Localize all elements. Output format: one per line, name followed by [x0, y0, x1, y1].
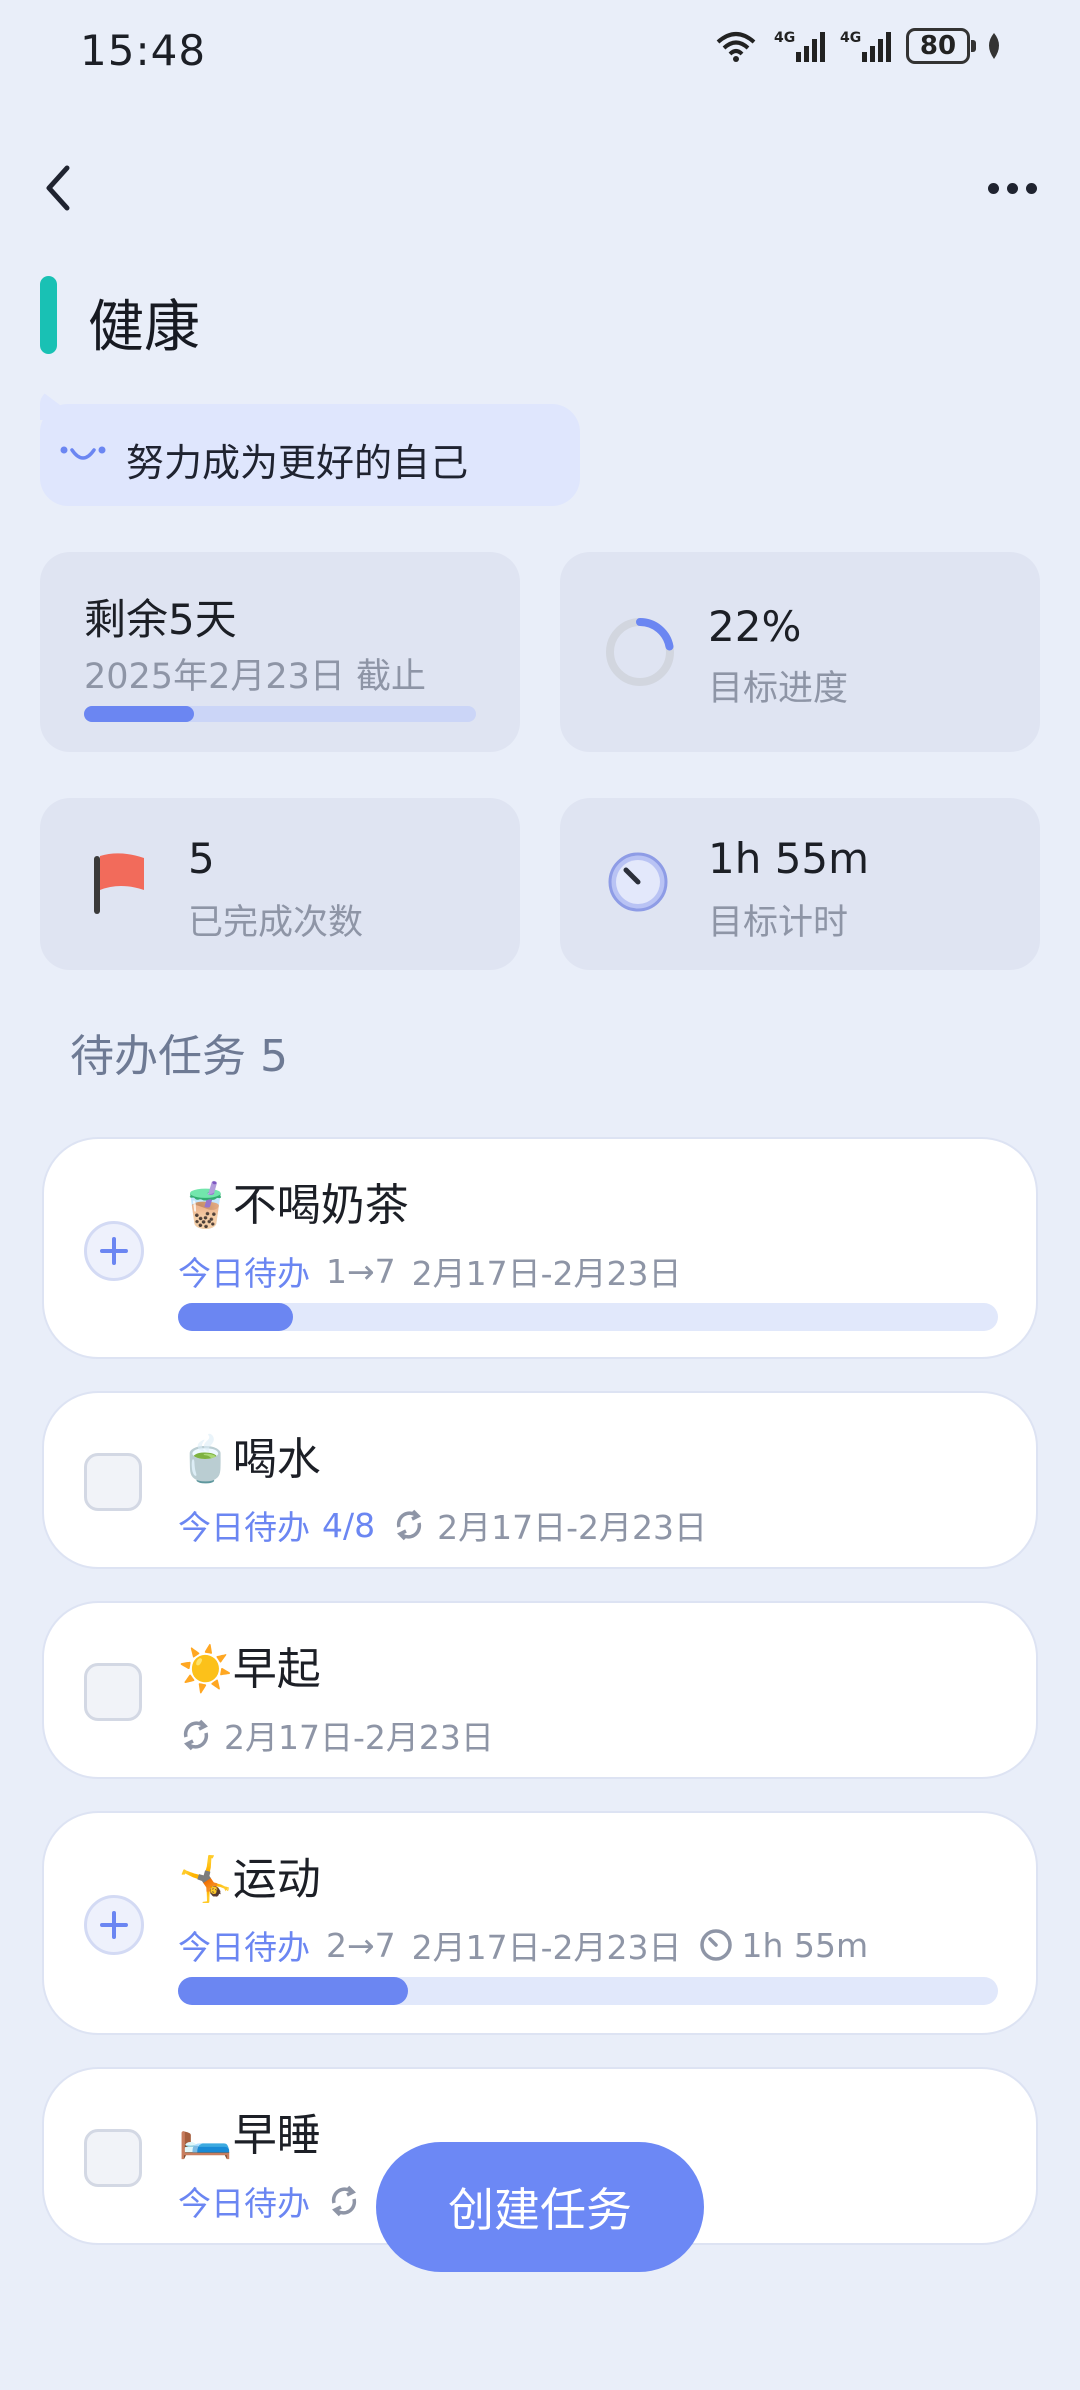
todo-section-title: 待办任务 5 — [70, 1031, 288, 1082]
status-icons: 4G 4G 80 — [712, 28, 1004, 64]
task-count: 1→7 — [326, 1251, 396, 1291]
battery-indicator: 80 — [906, 28, 976, 64]
today-todo-label: 今日待办 — [178, 1928, 310, 1967]
task-date-range: 2月17日-2月23日 — [411, 1254, 682, 1293]
goal-timer-label: 目标计时 — [708, 903, 849, 943]
task-date-range: 2月17日-2月23日 — [411, 1928, 682, 1967]
goal-timer-value: 1h 55m — [708, 834, 870, 883]
task-card[interactable]: 🤸运动 今日待办 2→7 2月17日-2月23日 1h 55m — [42, 1811, 1038, 2035]
repeat-icon — [331, 2185, 357, 2217]
task-progress-fill — [178, 1303, 293, 1331]
wifi-icon — [716, 32, 756, 62]
task-meta: 今日待办 — [178, 2177, 362, 2225]
tea-cup-icon: 🍵 — [178, 1434, 233, 1485]
bed-icon: 🛏️ — [178, 2110, 233, 2161]
task-title: 🍵喝水 — [178, 1423, 321, 1487]
remaining-days-label: 剩余5天 — [84, 595, 237, 644]
task-name: 早睡 — [232, 2110, 321, 2161]
leaf-icon — [989, 33, 999, 59]
signal-4g-icon: 4G — [774, 30, 825, 62]
status-bar: 15:48 4G 4G 80 — [0, 0, 1080, 110]
task-meta: 今日待办 4/8 2月17日-2月23日 — [178, 1501, 707, 1549]
completed-count-value: 5 — [188, 834, 215, 883]
progress-ring-icon — [606, 618, 674, 686]
more-dot-icon — [987, 182, 999, 194]
goal-progress-label: 目标进度 — [708, 669, 849, 709]
more-dot-icon — [1006, 182, 1018, 194]
svg-text:4G: 4G — [840, 30, 861, 46]
increment-button[interactable] — [84, 1895, 144, 1955]
task-meta: 今日待办 1→7 2月17日-2月23日 — [178, 1247, 682, 1295]
task-checkbox[interactable] — [84, 1663, 142, 1721]
today-todo-label: 今日待办 — [178, 2184, 310, 2223]
page-title: 健康 — [88, 295, 200, 360]
title-accent-bar — [40, 276, 57, 354]
task-checkbox[interactable] — [84, 1453, 142, 1511]
timer-icon — [699, 1929, 732, 1961]
task-card[interactable]: 🍵喝水 今日待办 4/8 2月17日-2月23日 — [42, 1391, 1038, 1569]
more-options-button[interactable] — [972, 158, 1052, 218]
task-name: 不喝奶茶 — [232, 1180, 409, 1231]
goal-timer-card: 1h 55m 目标计时 — [560, 798, 1040, 970]
task-count: 4/8 — [322, 1505, 376, 1545]
sun-icon: ☀️ — [178, 1644, 233, 1695]
status-time: 15:48 — [80, 26, 207, 75]
task-title: 🛏️早睡 — [178, 2099, 321, 2163]
repeat-icon — [183, 1719, 209, 1751]
clock-icon — [608, 852, 668, 912]
increment-button[interactable] — [84, 1221, 144, 1281]
task-card[interactable]: 🧋不喝奶茶 今日待办 1→7 2月17日-2月23日 — [42, 1137, 1038, 1359]
goal-progress-value: 22% — [708, 602, 802, 651]
task-meta: 2月17日-2月23日 — [178, 1711, 494, 1759]
task-count: 2→7 — [326, 1925, 396, 1965]
task-name: 喝水 — [232, 1434, 321, 1485]
today-todo-label: 今日待办 — [178, 1508, 310, 1547]
chevron-left-icon — [46, 165, 70, 211]
task-title: ☀️早起 — [178, 1633, 321, 1697]
bubble-tea-icon: 🧋 — [178, 1180, 233, 1231]
completed-count-label: 已完成次数 — [188, 903, 364, 943]
task-card[interactable]: ☀️早起 2月17日-2月23日 — [42, 1601, 1038, 1779]
task-date-range: 2月17日-2月23日 — [224, 1718, 494, 1757]
signal-4g-icon-2: 4G — [840, 30, 891, 62]
flag-icon — [94, 853, 144, 914]
plus-icon — [100, 1237, 128, 1265]
completed-count-card: 5 已完成次数 — [40, 798, 520, 970]
motto-bubble: 努力成为更好的自己 — [40, 404, 580, 506]
remaining-days-card: 剩余5天 2025年2月23日 截止 — [40, 552, 520, 752]
task-date-range: 2月17日-2月23日 — [437, 1508, 707, 1547]
plus-icon — [100, 1911, 128, 1939]
more-dot-icon — [1025, 182, 1037, 194]
svg-text:4G: 4G — [774, 30, 795, 46]
repeat-icon — [396, 1509, 422, 1541]
today-todo-label: 今日待办 — [178, 1254, 310, 1293]
remaining-progress-fill — [84, 706, 194, 722]
back-button[interactable] — [28, 158, 88, 218]
create-task-button[interactable]: 创建任务 — [376, 2142, 704, 2272]
goal-progress-card: 22% 目标进度 — [560, 552, 1040, 752]
task-title: 🧋不喝奶茶 — [178, 1169, 409, 1233]
remaining-progress-bar — [84, 706, 476, 722]
task-name: 早起 — [232, 1644, 321, 1695]
task-name: 运动 — [232, 1854, 321, 1905]
task-meta: 今日待办 2→7 2月17日-2月23日 1h 55m — [178, 1921, 868, 1969]
task-progress-bar — [178, 1303, 998, 1331]
task-progress-fill — [178, 1977, 408, 2005]
smile-face-icon — [60, 446, 106, 460]
task-progress-bar — [178, 1977, 998, 2005]
motto-text: 努力成为更好的自己 — [126, 441, 469, 485]
task-duration: 1h 55m — [741, 1925, 869, 1965]
deadline-text: 2025年2月23日 截止 — [84, 657, 427, 697]
task-checkbox[interactable] — [84, 2129, 142, 2187]
exercise-icon: 🤸 — [178, 1854, 233, 1905]
task-title: 🤸运动 — [178, 1843, 321, 1907]
